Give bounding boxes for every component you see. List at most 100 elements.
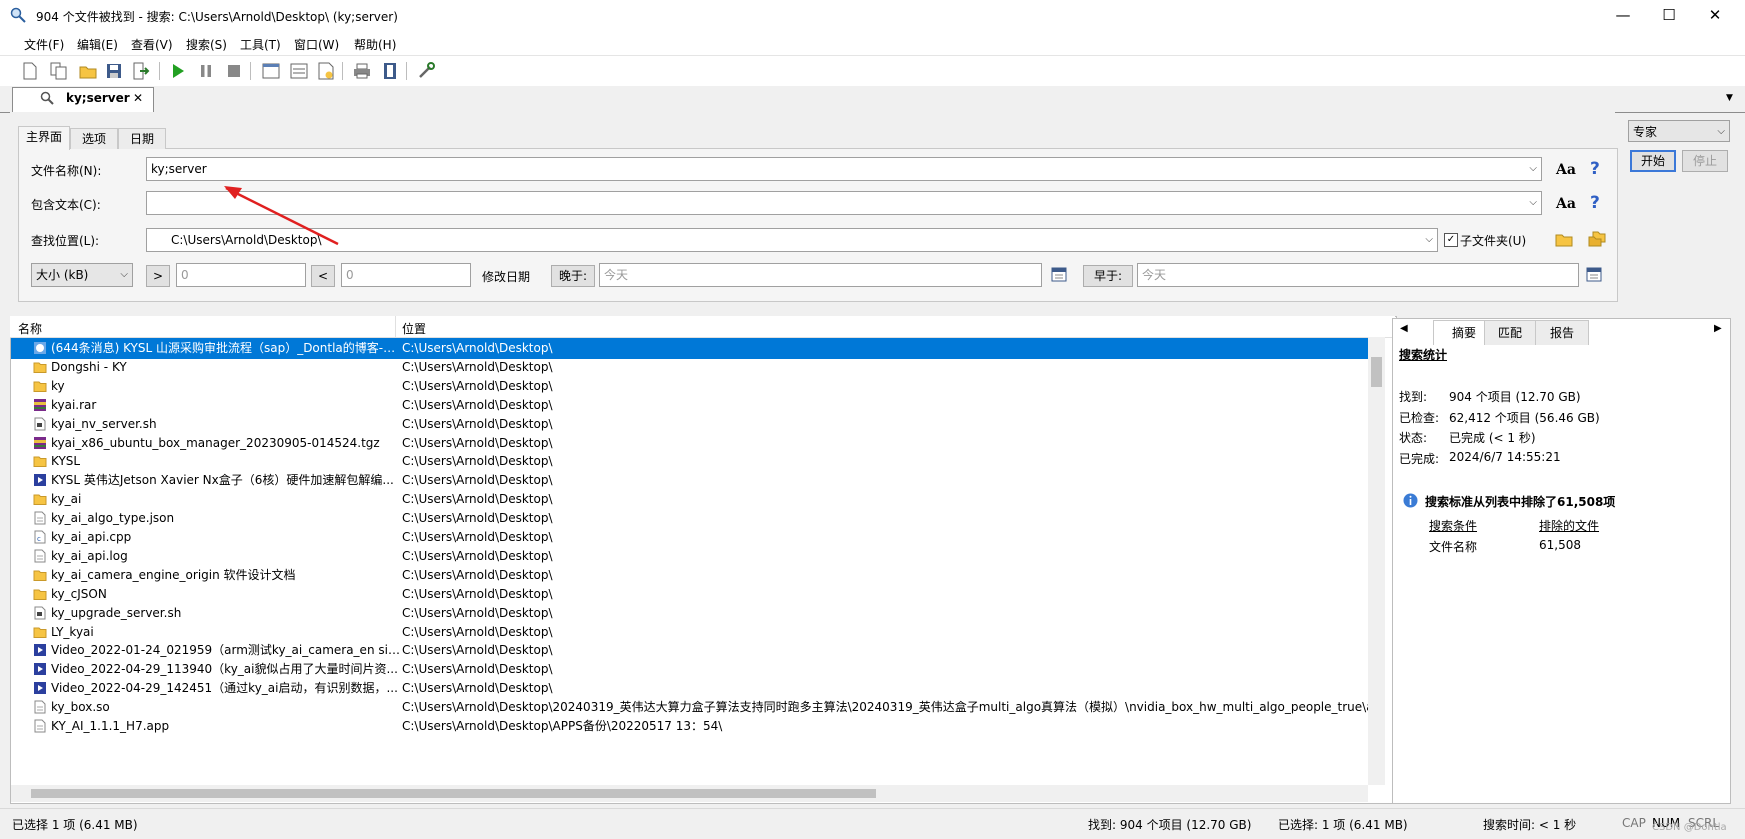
chevron-down-icon[interactable]: ⌵	[120, 264, 128, 286]
later-date-input[interactable]: 今天	[599, 263, 1042, 287]
filename-input[interactable]: ky;server ⌵	[146, 157, 1542, 181]
location-label: 查找位置(L):	[31, 234, 100, 248]
browse-folder-icon[interactable]	[1555, 231, 1573, 250]
toolbar-separator	[159, 62, 160, 80]
less-than-button[interactable]: <	[311, 265, 335, 287]
help-icon[interactable]: ?	[1590, 193, 1600, 213]
start-button[interactable]: 开始	[1630, 150, 1676, 172]
checked-value: 62,412 个项目 (56.46 GB)	[1449, 411, 1600, 425]
tab-report[interactable]: 报告	[1535, 320, 1589, 345]
earlier-than-button[interactable]: 早于:	[1083, 265, 1133, 287]
mode-select[interactable]: 专家 ⌵	[1628, 120, 1730, 142]
tab-main[interactable]: 主界面	[18, 126, 70, 150]
chevron-down-icon[interactable]: ⌵	[1529, 192, 1537, 214]
size-unit-select[interactable]: 大小 (kB) ⌵	[31, 263, 133, 287]
properties-icon[interactable]	[316, 61, 336, 81]
table-row[interactable]: Video_2022-01-24_021959（arm测试ky_ai_camer…	[11, 640, 1368, 661]
menu-search[interactable]: 搜索(S)	[186, 36, 227, 53]
cpp-file-icon: c	[33, 530, 47, 544]
table-row[interactable]: Video_2022-04-29_113940（ky_ai貌似占用了大量时间片资…	[11, 659, 1368, 680]
table-row[interactable]: ky_ai C:\Users\Arnold\Desktop\	[11, 489, 1368, 510]
help-icon[interactable]: ?	[1590, 159, 1600, 179]
copy-file-icon[interactable]	[49, 61, 69, 81]
file-location: C:\Users\Arnold\Desktop\	[402, 492, 553, 507]
folder-icon	[33, 587, 47, 601]
subfolder-checkbox[interactable]: ✓	[1444, 233, 1458, 247]
chevron-down-icon[interactable]: ⌵	[1529, 158, 1537, 180]
mode-value: 专家	[1633, 125, 1658, 139]
chevron-right-icon[interactable]: ▶	[1714, 323, 1722, 334]
table-row[interactable]: ky_ai_algo_type.json C:\Users\Arnold\Desk…	[11, 508, 1368, 529]
size-max-input[interactable]: 0	[341, 263, 471, 287]
save-icon[interactable]	[104, 61, 124, 81]
file-location: C:\Users\Arnold\Desktop\	[402, 359, 553, 374]
menu-window[interactable]: 窗口(W)	[294, 36, 339, 53]
print-preview-icon[interactable]	[380, 61, 400, 81]
close-window-button[interactable]: ✕	[1692, 0, 1738, 31]
calendar-icon[interactable]	[1586, 266, 1602, 285]
table-row[interactable]: ky_ai_api.log C:\Users\Arnold\Desktop\	[11, 546, 1368, 567]
start-search-icon[interactable]	[168, 61, 188, 81]
table-row[interactable]: KYSL C:\Users\Arnold\Desktop\	[11, 451, 1368, 472]
chevron-down-icon[interactable]: ⌵	[1717, 121, 1725, 143]
tab-options[interactable]: 选项	[70, 128, 118, 149]
earlier-date-input[interactable]: 今天	[1137, 263, 1579, 287]
text-file-icon	[33, 511, 47, 525]
greater-than-button[interactable]: >	[146, 265, 170, 287]
filename-value: ky;server	[151, 162, 207, 176]
folder-icon	[33, 379, 47, 393]
table-row[interactable]: kyai.rar C:\Users\Arnold\Desktop\	[11, 395, 1368, 416]
maximize-button[interactable]: ☐	[1646, 0, 1692, 31]
table-row[interactable]: ky_ai_camera_engine_origin 软件设计文档 C:\User…	[11, 565, 1368, 586]
menu-edit[interactable]: 编辑(E)	[77, 36, 118, 53]
close-tab-icon[interactable]: ✕	[133, 91, 143, 105]
column-header-location[interactable]: 位置	[402, 320, 426, 337]
table-row[interactable]: KYSL 英伟达Jetson Xavier Nx盒子（6核）硬件加速解包解编..…	[11, 470, 1368, 491]
horizontal-scrollbar[interactable]	[11, 785, 1368, 802]
table-row[interactable]: ky_cJSON C:\Users\Arnold\Desktop\	[11, 584, 1368, 605]
table-row[interactable]: ky_box.so C:\Users\Arnold\Desktop\2024031…	[11, 697, 1368, 718]
later-than-button[interactable]: 晚于:	[551, 265, 595, 287]
calendar-icon[interactable]	[1051, 266, 1067, 285]
stop-button[interactable]: 停止	[1682, 150, 1728, 172]
column-header-name[interactable]: 名称	[18, 320, 42, 337]
pause-icon[interactable]	[196, 61, 216, 81]
found-label: 找到:	[1399, 390, 1428, 404]
print-icon[interactable]	[352, 61, 372, 81]
minimize-button[interactable]: —	[1600, 0, 1646, 31]
file-location: C:\Users\Arnold\Desktop\	[402, 624, 553, 639]
table-row[interactable]: Video_2022-04-29_142451（通过ky_ai启动，有识别数据，…	[11, 678, 1368, 699]
content-input[interactable]: ⌵	[146, 191, 1542, 215]
table-row[interactable]: Dongshi - KY C:\Users\Arnold\Desktop\	[11, 357, 1368, 378]
menu-tools[interactable]: 工具(T)	[240, 36, 281, 53]
menu-help[interactable]: 帮助(H)	[354, 36, 396, 53]
size-min-input[interactable]: 0	[176, 263, 306, 287]
table-row[interactable]: ky C:\Users\Arnold\Desktop\	[11, 376, 1368, 397]
settings-tools-icon[interactable]	[416, 61, 436, 81]
export-icon[interactable]	[131, 61, 151, 81]
details-view-icon[interactable]	[289, 61, 309, 81]
table-row[interactable]: kyai_nv_server.sh C:\Users\Arnold\Desktop…	[11, 414, 1368, 435]
tab-overflow-chevron-down-icon[interactable]: ▼	[1726, 93, 1733, 103]
found-value: 904 个项目 (12.70 GB)	[1449, 390, 1581, 404]
open-folder-icon[interactable]	[78, 61, 98, 81]
case-sensitive-icon[interactable]: Aa	[1556, 196, 1576, 212]
vertical-scrollbar[interactable]	[1368, 337, 1385, 785]
tab-matches[interactable]: 匹配	[1484, 320, 1536, 345]
table-row[interactable]: LY_kyai C:\Users\Arnold\Desktop\	[11, 622, 1368, 643]
chevron-left-icon[interactable]: ◀	[1400, 323, 1408, 334]
table-row[interactable]: (644条消息) KYSL 山源采购审批流程（sap）_Dontla的博客-C.…	[11, 338, 1368, 359]
menu-file[interactable]: 文件(F)	[24, 36, 64, 53]
window-layout-icon[interactable]	[261, 61, 281, 81]
tab-date[interactable]: 日期	[118, 128, 166, 149]
table-row[interactable]: KY_AI_1.1.1_H7.app C:\Users\Arnold\Deskto…	[11, 716, 1368, 737]
case-sensitive-icon[interactable]: Aa	[1556, 162, 1576, 178]
chevron-down-icon[interactable]: ⌵	[1425, 229, 1433, 251]
multi-folder-icon[interactable]	[1588, 231, 1606, 250]
menu-view[interactable]: 查看(V)	[131, 36, 173, 53]
table-row[interactable]: kyai_x86_ubuntu_box_manager_20230905-014…	[11, 433, 1368, 454]
table-row[interactable]: ky_upgrade_server.sh C:\Users\Arnold\Desk…	[11, 603, 1368, 624]
new-file-icon[interactable]	[20, 61, 40, 81]
stop-icon[interactable]	[224, 61, 244, 81]
table-row[interactable]: c ky_ai_api.cpp C:\Users\Arnold\Desktop\	[11, 527, 1368, 548]
